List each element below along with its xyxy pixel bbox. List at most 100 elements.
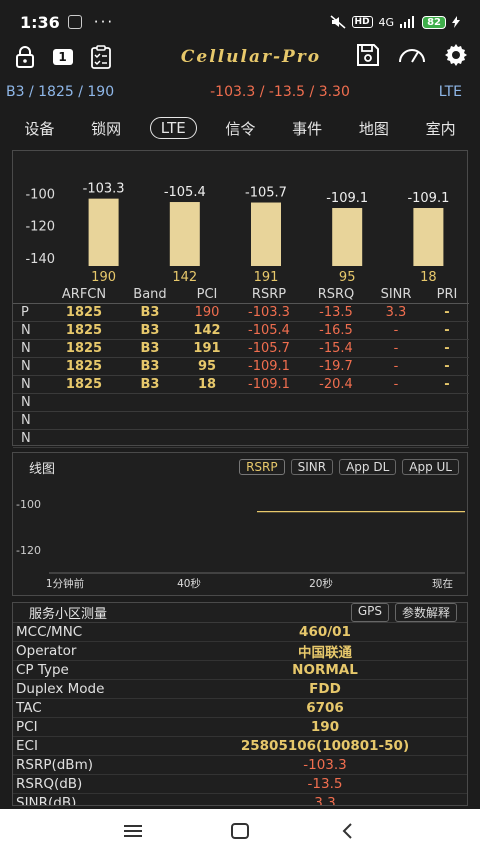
table-cell: -13.5 (319, 305, 353, 320)
bar (88, 198, 119, 266)
speedometer-icon[interactable] (398, 44, 426, 70)
rsrp-bar-chart: -100 -120 -140 -103.3 190 -105.4 142 -105.7 191 -… (25, 182, 449, 285)
x-tick-label: 1分钟前 (46, 577, 84, 590)
param-name: SINR(dB) (16, 795, 77, 806)
table-cell: B3 (140, 305, 160, 320)
cell-table: ARFCN Band PCI RSRP RSRQ SINR PRI P 1825 B3 190 -10… (13, 286, 469, 448)
table-cell: 1825 (65, 377, 103, 392)
tab-2[interactable]: LTE (149, 117, 197, 139)
toolbar: 1 Cellular-Pro (0, 40, 480, 74)
tab-3[interactable]: 信令 (217, 116, 263, 141)
tab-bar: 设备 锁网 LTE 信令 事件 地图 室内 (0, 112, 480, 144)
table-cell: N (21, 341, 31, 356)
line-chart-btn-2[interactable]: App DL (339, 459, 397, 475)
param-name: CP Type (16, 662, 69, 678)
table-cell: P (21, 305, 29, 320)
table-cell: - (444, 341, 450, 356)
tab-1[interactable]: 锁网 (83, 116, 129, 141)
param-name: MCC/MNC (16, 624, 83, 640)
table-cell: -105.7 (248, 341, 290, 356)
bar-value-label: -105.4 (164, 185, 206, 200)
line-chart-panel: 线图 RSRP SINR App DL App UL -100 -120 1分钟前 40秒 2… (12, 452, 468, 596)
x-category-label: 18 (420, 270, 437, 285)
line-chart-btn-0[interactable]: RSRP (239, 459, 285, 475)
status-bar: 1:36 ··· HD 4G 82 (0, 0, 480, 44)
line-chart-title: 线图 (29, 461, 56, 477)
table-cell: - (444, 377, 450, 392)
home-icon[interactable] (225, 819, 255, 843)
serving-row: CP Type NORMAL (13, 661, 467, 680)
param-value: 6706 (306, 700, 344, 716)
table-cell: - (393, 359, 399, 374)
x-category-label: 191 (254, 270, 279, 285)
lock-icon[interactable] (12, 44, 38, 70)
hd-icon: HD (351, 16, 373, 28)
table-cell: N (21, 323, 31, 338)
bar (413, 208, 444, 266)
param-value: NORMAL (292, 662, 358, 678)
charging-icon (452, 16, 460, 28)
more-notifications-icon: ··· (93, 13, 115, 31)
save-icon[interactable] (356, 43, 380, 71)
serving-row: RSRP(dBm) -103.3 (13, 756, 467, 775)
table-cell: N (21, 359, 31, 374)
serving-cell-title: 服务小区测量 (29, 607, 108, 622)
menu-icon[interactable] (118, 819, 148, 843)
table-cell: -15.4 (319, 341, 353, 356)
back-icon[interactable] (332, 819, 362, 843)
table-cell: -16.5 (319, 323, 353, 338)
table-cell: - (444, 323, 450, 338)
param-value: 3.3 (314, 795, 336, 806)
serving-row: SINR(dB) 3.3 (13, 794, 467, 806)
table-row: N 1825 B3 142 -105.4 -16.5 - - (13, 322, 469, 340)
param-value: FDD (309, 681, 341, 697)
table-cell: N (21, 377, 31, 392)
signal-bar-panel: -100 -120 -140 -103.3 190 -105.4 142 -105.7 191 -… (12, 150, 469, 448)
serving-row: PCI 190 (13, 718, 467, 737)
x-category-label: 190 (91, 270, 116, 285)
signal-icon (400, 16, 415, 28)
table-header: ARFCN Band PCI RSRP RSRQ SINR PRI (13, 286, 469, 304)
tab-0[interactable]: 设备 (16, 116, 62, 141)
tab-5[interactable]: 地图 (351, 116, 397, 141)
column-header: RSRQ (317, 287, 355, 302)
table-cell: -103.3 (248, 305, 290, 320)
param-name: ECI (16, 738, 38, 754)
band-arfcn-pci: B3 / 1825 / 190 (6, 84, 115, 100)
table-cell: B3 (140, 359, 160, 374)
mute-icon (330, 15, 346, 29)
table-cell: 95 (197, 359, 217, 374)
sim-card-button[interactable]: 1 (50, 44, 76, 70)
table-cell: N (21, 395, 31, 410)
table-row: N 1825 B3 191 -105.7 -15.4 - - (13, 340, 469, 358)
line-chart-btn-1[interactable]: SINR (290, 459, 334, 475)
gps-button[interactable]: GPS (350, 603, 389, 622)
serving-row: Operator 中国联通 (13, 642, 467, 661)
param-explain-button[interactable]: 参数解释 (394, 603, 457, 622)
tab-4[interactable]: 事件 (284, 116, 330, 141)
table-cell: -19.7 (319, 359, 353, 374)
column-header: ARFCN (61, 287, 107, 302)
param-name: Duplex Mode (16, 681, 105, 697)
table-row: N 1825 B3 95 -109.1 -19.7 - - (13, 358, 469, 376)
line-chart-btn-3[interactable]: App UL (402, 459, 459, 475)
serving-row: MCC/MNC 460/01 (13, 623, 467, 642)
param-name: TAC (16, 700, 42, 716)
table-cell: B3 (140, 377, 160, 392)
tab-6[interactable]: 室内 (418, 116, 464, 141)
x-tick-label: 现在 (432, 578, 453, 590)
bar-value-label: -109.1 (407, 191, 449, 206)
param-name: RSRQ(dB) (16, 776, 83, 792)
param-value: -13.5 (307, 776, 343, 792)
table-cell: 1825 (65, 323, 103, 338)
checklist-icon[interactable] (88, 44, 114, 70)
table-cell: - (393, 323, 399, 338)
y-tick-label: -140 (25, 252, 55, 267)
bar (332, 208, 363, 266)
settings-gear-icon[interactable] (444, 43, 468, 71)
table-cell: 142 (193, 323, 221, 338)
table-cell: -109.1 (248, 359, 290, 374)
table-row: N (13, 394, 469, 412)
bar-value-label: -109.1 (326, 191, 368, 206)
table-cell: 190 (194, 305, 220, 320)
